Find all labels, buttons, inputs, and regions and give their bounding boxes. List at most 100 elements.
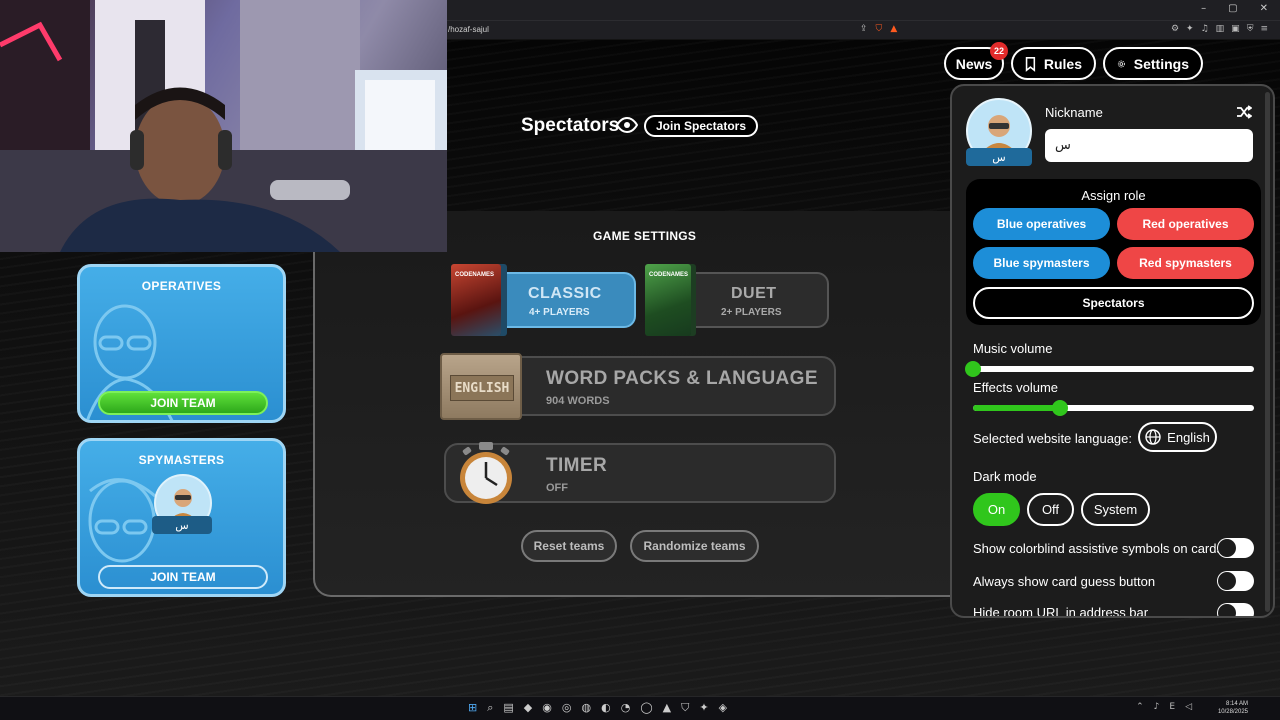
spymasters-title: SPYMASTERS — [138, 453, 225, 467]
english-pack-label: ENGLISH — [450, 375, 514, 401]
wallet-icon[interactable]: ▣ — [1231, 24, 1240, 34]
discord-icon[interactable]: ◍ — [581, 701, 591, 715]
stopwatch-icon — [460, 442, 512, 504]
colorblind-label: Show colorblind assistive symbols on car… — [973, 541, 1223, 556]
music-icon[interactable]: ♫ — [1201, 24, 1209, 34]
gear-icon — [1117, 60, 1125, 67]
menu-icon[interactable]: ≡ — [1260, 24, 1268, 34]
music-volume-label: Music volume — [973, 341, 1053, 356]
toggle-knob — [1218, 572, 1236, 590]
timer-status: OFF — [546, 482, 568, 494]
operatives-card: OPERATIVES JOIN TEAM — [77, 264, 286, 423]
colorblind-toggle[interactable] — [1217, 538, 1254, 558]
game-settings-title: GAME SETTINGS — [593, 229, 697, 243]
randomize-teams-button[interactable]: Randomize teams — [630, 530, 759, 562]
clock[interactable]: 8:14 AM 10/28/2025 — [1218, 700, 1248, 716]
music-volume-thumb[interactable] — [965, 361, 981, 377]
join-spymasters-button[interactable]: JOIN TEAM — [98, 565, 268, 589]
word-packs-title: WORD PACKS & LANGUAGE — [546, 368, 818, 389]
news-button[interactable]: News 22 — [944, 42, 1008, 80]
brave-shield-icon[interactable]: ⛉ — [876, 24, 883, 34]
minimize-button[interactable]: – — [1201, 3, 1206, 14]
spymaster-player-name: س — [152, 516, 212, 534]
language-indicator[interactable]: E — [1169, 702, 1175, 712]
dark-mode-system-button[interactable]: System — [1081, 493, 1150, 526]
url-text[interactable]: /hozaf-sajul — [448, 25, 489, 34]
language-label: Selected website language: — [973, 431, 1133, 446]
taskbar-icons: ⊞ ⌕ ▤ ◆ ◉ ◎ ◍ ◐ ◔ ◯ ▲ ⛉ ✦ ◈ — [468, 701, 727, 715]
volume-icon[interactable]: ◁ — [1185, 702, 1192, 712]
dropdown-scrollbar[interactable] — [1265, 92, 1270, 612]
operatives-title: OPERATIVES — [141, 279, 222, 293]
webcam-overlay — [0, 0, 447, 252]
settings-button[interactable]: Settings — [1103, 47, 1203, 80]
webcam-feed-image — [0, 0, 447, 252]
settings-dropdown: س Nickname س Assign role Blue operatives… — [950, 84, 1275, 618]
effects-volume-thumb[interactable] — [1052, 400, 1069, 416]
steam-icon[interactable]: ◉ — [542, 701, 552, 715]
taskbar: ⊞ ⌕ ▤ ◆ ◉ ◎ ◍ ◐ ◔ ◯ ▲ ⛉ ✦ ◈ ⌃ ♪ E ◁ 8:14… — [0, 696, 1280, 720]
app-icon[interactable]: ◆ — [524, 701, 532, 715]
blue-operatives-button[interactable]: Blue operatives — [973, 208, 1110, 240]
search-icon[interactable]: ⌕ — [487, 701, 493, 715]
hide-url-toggle[interactable] — [1217, 603, 1254, 616]
obs-icon[interactable]: ◎ — [562, 701, 572, 715]
address-bar-icons: ⇪ ⛉ ▲ — [860, 24, 897, 34]
app-icon[interactable]: ✦ — [699, 701, 708, 715]
chevron-up-icon[interactable]: ⌃ — [1136, 702, 1144, 712]
settings-label: Settings — [1133, 55, 1189, 72]
mode-name: CLASSIC — [528, 285, 602, 302]
reset-teams-button[interactable]: Reset teams — [521, 530, 617, 562]
bookmark-icon — [1025, 56, 1036, 72]
chrome-icon[interactable]: ◔ — [621, 701, 631, 715]
spectators-role-button[interactable]: Spectators — [973, 287, 1254, 319]
brave-icon[interactable]: ⛉ — [681, 701, 689, 715]
share-icon[interactable]: ⇪ — [860, 24, 868, 34]
windows-start-icon[interactable]: ⊞ — [468, 701, 477, 715]
spectators-title: Spectators — [521, 115, 620, 136]
codenames-box-art: CODENAMES — [451, 264, 501, 336]
file-explorer-icon[interactable]: ▤ — [503, 701, 513, 715]
close-button[interactable]: ✕ — [1260, 3, 1268, 14]
app-icon[interactable]: ◯ — [640, 701, 652, 715]
guess-button-toggle[interactable] — [1217, 571, 1254, 591]
language-button[interactable]: English — [1138, 422, 1217, 452]
app-icon[interactable]: ▲ — [663, 701, 671, 715]
effects-volume-label: Effects volume — [973, 380, 1059, 395]
red-spymasters-button[interactable]: Red spymasters — [1117, 247, 1254, 279]
news-count-badge: 22 — [990, 42, 1008, 60]
puzzle-icon[interactable]: ✦ — [1186, 24, 1194, 34]
nickname-label: Nickname — [1045, 105, 1103, 120]
extension-icon[interactable]: ⚙ — [1171, 24, 1179, 34]
sidebar-icon[interactable]: ▥ — [1216, 24, 1225, 34]
music-volume-slider[interactable] — [965, 361, 1254, 377]
guess-button-label: Always show card guess button — [973, 574, 1156, 589]
clock-time: 8:14 AM — [1225, 701, 1248, 707]
join-operatives-button[interactable]: JOIN TEAM — [98, 391, 268, 415]
brave-rewards-icon[interactable]: ▲ — [890, 24, 897, 34]
codenames-duet-box-art: CODENAMES — [645, 264, 691, 336]
shuffle-icon[interactable] — [1236, 105, 1252, 119]
rules-button[interactable]: Rules — [1011, 47, 1096, 80]
hide-url-label: Hide room URL in address bar — [973, 605, 1149, 618]
language-value: English — [1167, 429, 1210, 445]
system-tray: ⌃ ♪ E ◁ — [1136, 702, 1192, 712]
effects-volume-slider[interactable] — [973, 400, 1254, 416]
dark-mode-on-button[interactable]: On — [973, 493, 1020, 526]
maximize-button[interactable]: ▢ — [1228, 3, 1237, 14]
box-art-label: CODENAMES — [649, 272, 689, 278]
assign-role-title: Assign role — [1081, 188, 1146, 203]
join-spectators-button[interactable]: Join Spectators — [644, 115, 758, 137]
app-icon[interactable]: ◈ — [719, 701, 727, 715]
address-bar[interactable]: /hozaf-sajul ⇪ ⛉ ▲ ⚙ ✦ ♫ ▥ ▣ ⛨ ≡ — [440, 20, 1280, 39]
english-pack-box: ENGLISH — [440, 353, 522, 420]
vpn-icon[interactable]: ⛨ — [1247, 24, 1254, 34]
dark-mode-off-button[interactable]: Off — [1027, 493, 1074, 526]
blue-spymasters-button[interactable]: Blue spymasters — [973, 247, 1110, 279]
box-art-label: CODENAMES — [455, 272, 495, 278]
nickname-input[interactable]: س — [1045, 129, 1253, 162]
mode-players: 4+ PLAYERS — [529, 307, 590, 318]
microphone-icon[interactable]: ♪ — [1154, 702, 1160, 712]
red-operatives-button[interactable]: Red operatives — [1117, 208, 1254, 240]
app-icon[interactable]: ◐ — [601, 701, 611, 715]
